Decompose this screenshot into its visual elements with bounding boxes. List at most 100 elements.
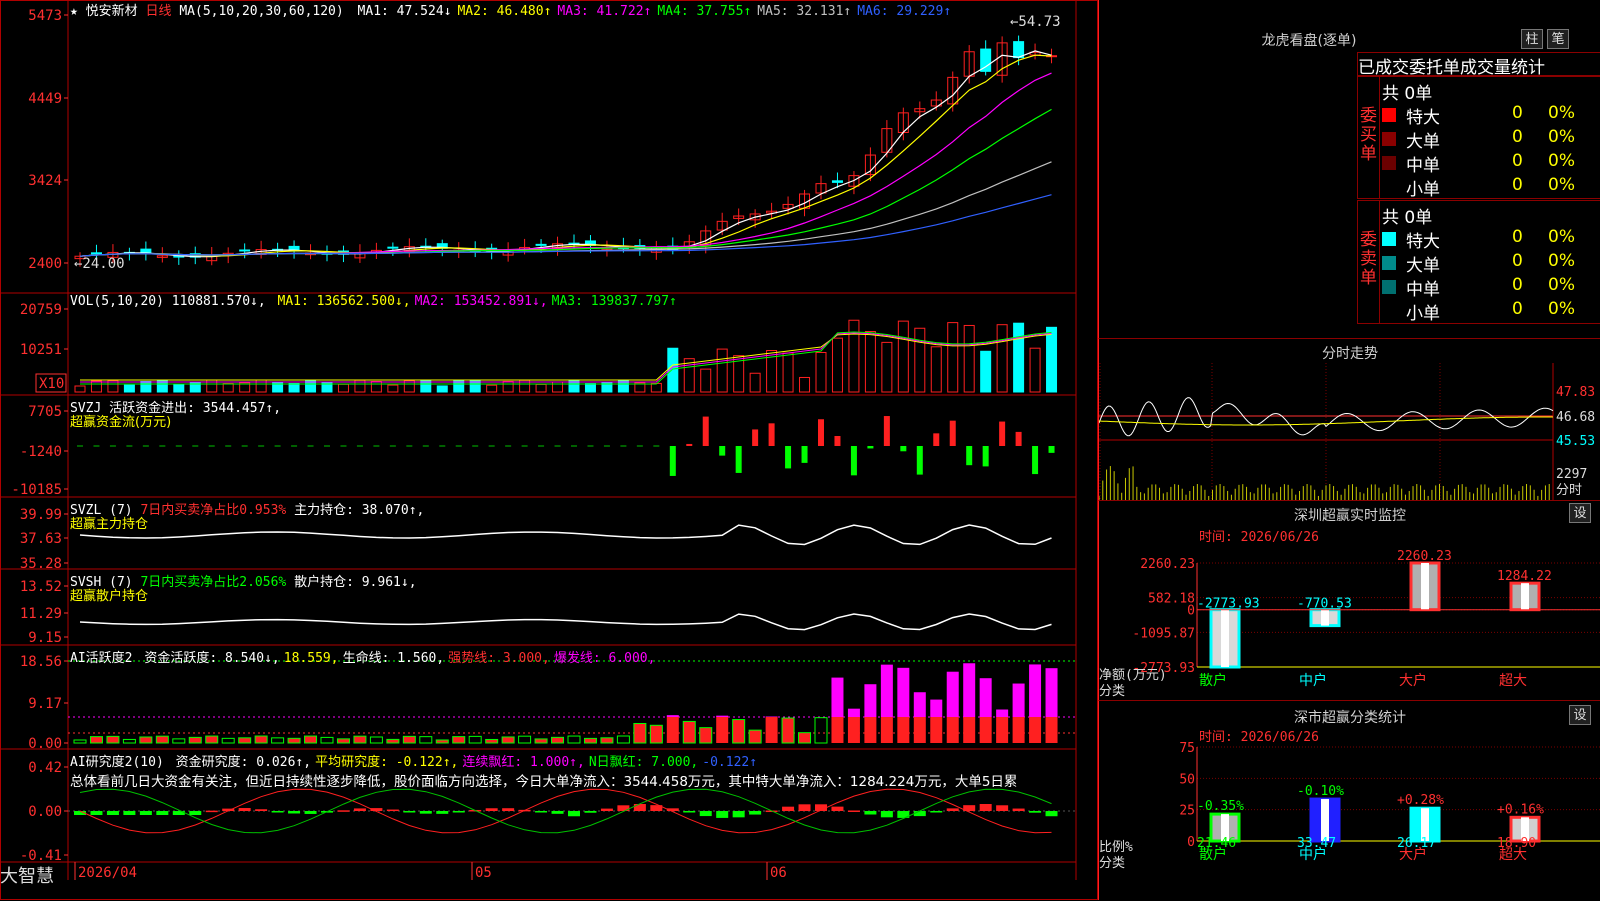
- svzl-y-tick-2: 35.28: [20, 556, 62, 572]
- buy-count-2: 0: [1512, 151, 1523, 171]
- ai-act-bar-25: [486, 739, 498, 743]
- svzj-bar-37: [686, 444, 692, 446]
- ai-research-item-0: 资金研究度: 0.026↑,: [176, 755, 311, 770]
- svzl-y-tick-1: 37.63: [20, 531, 62, 547]
- ma-value-2: 41.722↑: [589, 4, 652, 19]
- ai-act-bar-35: [650, 725, 662, 743]
- sell-row-2: 中单00%: [1382, 275, 1600, 299]
- ai-act-bar-53: [947, 672, 959, 717]
- vol-bar-23: [454, 381, 464, 392]
- ma-label-5: MA6:: [857, 4, 888, 19]
- main-indicator-header: ★ 悦安新材 日线 MA(5,10,20,30,60,120) MA1: 47.…: [70, 0, 951, 19]
- ai-act-bar-13: [288, 738, 300, 743]
- buy-row-2: 中单00%: [1382, 151, 1600, 175]
- intraday-chart-svg[interactable]: 47.8346.6845.532297分时: [1099, 363, 1600, 500]
- ai-res-bar-28: [535, 811, 547, 813]
- ai-res-bar-44: [799, 804, 811, 811]
- bar-mode-button[interactable]: 柱: [1521, 29, 1543, 49]
- vol-bar-25: [487, 385, 497, 392]
- svzj-bar-50: [900, 446, 906, 451]
- sell-swatch-0: [1382, 232, 1396, 246]
- vol-bar-50: [898, 321, 908, 392]
- svzj-bar-36: [670, 446, 676, 476]
- ai-res-bar-51: [914, 811, 926, 816]
- svzj-y-tick-2: -10185: [11, 482, 62, 498]
- intraday-vol-label: 分时: [1556, 483, 1582, 498]
- ai-act-bar-4: [140, 737, 152, 743]
- ai-res-bar-23: [453, 811, 465, 813]
- buy-pct-0: 0%: [1548, 103, 1575, 123]
- buy-row-3: 小单00%: [1382, 175, 1600, 199]
- intraday-tick-1: 46.68: [1556, 410, 1595, 425]
- ai-act-bar-20: [403, 736, 415, 743]
- ai-res-bar-21: [420, 811, 432, 814]
- ai-activity-values: 资金活跃度: 8.540↓,18.559,生命线: 1.560,强势线: 3.0…: [140, 651, 655, 666]
- vol-bar-19: [388, 385, 398, 392]
- classify-num-2: 26.17: [1397, 836, 1436, 851]
- svzj-bar-53: [950, 421, 956, 446]
- ma-values: MA1: 47.524↓MA2: 46.480↑MA3: 41.722↑MA4:…: [352, 4, 952, 19]
- ai-research-item-1: 平均研究度: -0.122↑,: [315, 755, 458, 770]
- candle-57: [1014, 42, 1024, 58]
- x-label-0: 2026/04: [78, 865, 137, 881]
- ma-label-1: MA2:: [457, 4, 488, 19]
- sell-swatch-2: [1382, 280, 1396, 294]
- ai-act-bar-28: [535, 739, 547, 743]
- buy-swatch-2: [1382, 156, 1396, 170]
- sell-count-3: 0: [1512, 299, 1523, 319]
- ai-act-bar-44: [799, 733, 811, 743]
- ai-act-bar-low-51: [914, 717, 926, 743]
- vol-bar-6: [174, 384, 184, 392]
- chart-area[interactable]: 547344493424240020759102517705-1240-1018…: [0, 0, 1098, 900]
- vol-ma-line-0: [80, 334, 1052, 380]
- monitor-settings-button[interactable]: 设: [1569, 503, 1591, 523]
- sell-pct-3: 0%: [1548, 299, 1575, 319]
- ai-act-bar-10: [239, 738, 251, 743]
- intraday-title: 分时走势: [1099, 343, 1600, 363]
- ai-research-header: AI研究度2(10) 资金研究度: 0.026↑,平均研究度: -0.122↑,…: [70, 751, 757, 770]
- high-price-marker: ←54.73: [1010, 14, 1061, 30]
- ai-res-bar-5: [156, 811, 168, 815]
- vol-ma-line-1: [80, 333, 1052, 382]
- ai-act-bar-40: [733, 720, 745, 743]
- ai-res-y-tick-1: 0.00: [28, 804, 62, 820]
- buy-row-0: 特大00%: [1382, 103, 1600, 127]
- buy-total: 共 0单: [1382, 79, 1432, 104]
- vol-bar-9: [223, 384, 233, 392]
- svzj-y-tick-1: -1240: [20, 444, 62, 460]
- ai-res-bar-38: [700, 811, 712, 816]
- classify-ytick-0: 75: [1179, 741, 1195, 756]
- svzj-bar-55: [983, 446, 989, 466]
- buy-count-1: 0: [1512, 127, 1523, 147]
- classify-time: 时间: 2026/06/26: [1199, 730, 1319, 745]
- vol-bar-45: [816, 352, 826, 392]
- vol-bar-48: [865, 332, 875, 392]
- ai-res-bar-13: [288, 811, 300, 813]
- period-label[interactable]: 日线: [146, 4, 172, 19]
- sell-orders-box: 委卖单 共 0单 特大00%大单00%中单00%小单00%: [1357, 200, 1600, 324]
- monitor-panel: 深圳超赢实时监控 设 2260.23582.180-1095.87-2773.9…: [1098, 500, 1600, 700]
- classify-ytick-1: 50: [1179, 772, 1195, 787]
- favorite-star-icon[interactable]: ★: [70, 4, 78, 19]
- ma-label-0: MA1:: [358, 4, 389, 19]
- ai-res-bar-1: [90, 811, 102, 815]
- ai-activity-title: AI活跃度2: [70, 651, 132, 666]
- vol-bar-1: [91, 381, 101, 392]
- sell-swatch-3: [1382, 304, 1396, 318]
- ma-line-5: [80, 162, 1052, 256]
- ai-act-bar-26: [502, 737, 514, 743]
- intraday-panel[interactable]: 分时走势 47.8346.6845.532297分时: [1098, 338, 1600, 500]
- classify-chart-svg: 7550250时间: 2026/06/26比例%分类-0.35%散户21.46-…: [1099, 721, 1600, 901]
- ai-act-bar-38: [700, 728, 712, 743]
- sell-pct-2: 0%: [1548, 275, 1575, 295]
- ai-act-bar-34: [634, 723, 646, 743]
- svzj-bar-54: [966, 446, 972, 465]
- ai-act-bar-56: [996, 710, 1008, 717]
- ma-line-1: [80, 51, 1052, 257]
- svzj-bar-52: [933, 433, 939, 446]
- classify-panel: 深市超赢分类统计 设 7550250时间: 2026/06/26比例%分类-0.…: [1098, 700, 1600, 900]
- sell-row-3: 小单00%: [1382, 299, 1600, 323]
- monitor-ytick-0: 2260.23: [1140, 557, 1195, 572]
- monitor-cat-3: 超大: [1499, 673, 1527, 689]
- pen-mode-button[interactable]: 笔: [1547, 29, 1569, 49]
